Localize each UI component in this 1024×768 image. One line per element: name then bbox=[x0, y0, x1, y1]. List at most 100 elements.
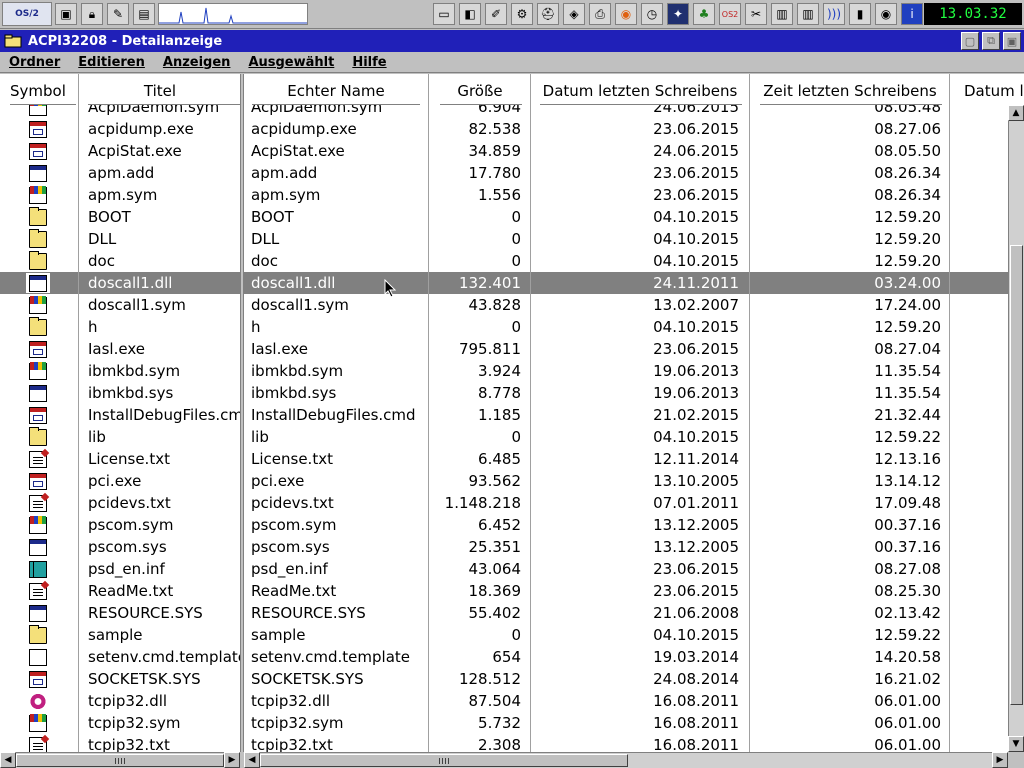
symbol-file-icon[interactable] bbox=[29, 186, 47, 204]
left-scroll-thumb[interactable] bbox=[16, 754, 224, 767]
file-row[interactable]: BOOT BOOT 0 04.10.2015 12.59.20 bbox=[0, 206, 1008, 228]
folder-icon-2[interactable]: ▥ bbox=[797, 3, 819, 25]
file-row[interactable]: pscom.sys pscom.sys 25.351 13.12.2005 00.37.… bbox=[0, 536, 1008, 558]
shield-icon[interactable]: ◈ bbox=[563, 3, 585, 25]
keyboard-icon[interactable]: ▭ bbox=[433, 3, 455, 25]
right-scroll-thumb[interactable] bbox=[260, 754, 628, 767]
executable-icon[interactable] bbox=[29, 407, 47, 424]
file-row[interactable]: lib lib 0 04.10.2015 12.59.22 bbox=[0, 426, 1008, 448]
book-icon[interactable] bbox=[29, 561, 47, 578]
menu-editieren[interactable]: Editieren bbox=[69, 55, 154, 70]
disk-icon[interactable]: ◧ bbox=[459, 3, 481, 25]
executable-icon[interactable] bbox=[29, 121, 47, 138]
vertical-scrollbar[interactable] bbox=[1008, 105, 1024, 752]
folder-icon[interactable] bbox=[29, 427, 47, 446]
folder-icon[interactable] bbox=[29, 229, 47, 248]
header-size[interactable]: Größe bbox=[430, 74, 530, 104]
program-window-icon[interactable] bbox=[29, 275, 47, 292]
monitor-icon[interactable]: ▤ bbox=[133, 3, 155, 25]
file-row[interactable]: doscall1.dll doscall1.dll 132.401 24.11.201… bbox=[0, 272, 1008, 294]
symbol-file-icon[interactable] bbox=[29, 516, 47, 534]
file-row[interactable]: doscall1.sym doscall1.sym 43.828 13.02.2007… bbox=[0, 294, 1008, 316]
warp-icon[interactable]: OS2 bbox=[719, 3, 741, 25]
file-row[interactable]: acpidump.exe acpidump.exe 82.538 23.06.2015… bbox=[0, 118, 1008, 140]
menu-ordner[interactable]: Ordner bbox=[0, 55, 69, 70]
clock-icon[interactable]: ◷ bbox=[641, 3, 663, 25]
folder-icon[interactable] bbox=[29, 207, 47, 226]
symbol-file-icon[interactable] bbox=[29, 296, 47, 314]
file-row[interactable]: RESOURCE.SYS RESOURCE.SYS 55.402 21.06.2008… bbox=[0, 602, 1008, 624]
file-row[interactable]: Iasl.exe Iasl.exe 795.811 23.06.2015 08.27.0… bbox=[0, 338, 1008, 360]
image-icon[interactable]: ✦ bbox=[667, 3, 689, 25]
dll-icon[interactable] bbox=[29, 693, 47, 710]
os2-logo[interactable]: OS/2 bbox=[2, 2, 52, 26]
file-row[interactable]: ibmkbd.sys ibmkbd.sys 8.778 19.06.2013 11.35… bbox=[0, 382, 1008, 404]
wrench-icon[interactable]: ✎ bbox=[107, 3, 129, 25]
right-horizontal-scrollbar[interactable] bbox=[244, 752, 1008, 768]
program-window-icon[interactable] bbox=[29, 539, 47, 556]
sound-icon[interactable]: ))) bbox=[823, 3, 845, 25]
header-write-date[interactable]: Datum letzten Schreibens bbox=[532, 74, 748, 104]
eye-icon[interactable]: ◉ bbox=[875, 3, 897, 25]
header-symbol[interactable]: Symbol bbox=[10, 74, 76, 104]
symbol-file-icon[interactable] bbox=[29, 362, 47, 380]
file-row[interactable]: tcpip32.txt tcpip32.txt 2.308 16.08.2011 06.… bbox=[0, 734, 1008, 752]
help-icon[interactable]: ⛑ bbox=[537, 3, 559, 25]
file-row[interactable]: AcpiStat.exe AcpiStat.exe 34.859 24.06.2015… bbox=[0, 140, 1008, 162]
right-scroll-left-button[interactable]: ◀ bbox=[244, 752, 260, 768]
settings-icon[interactable]: ⚙ bbox=[511, 3, 533, 25]
header-date-partial[interactable]: Datum le bbox=[964, 74, 1024, 104]
left-scroll-left-button[interactable]: ◀ bbox=[0, 752, 16, 768]
firefox-icon[interactable]: ◉ bbox=[615, 3, 637, 25]
battery-icon[interactable]: ▮ bbox=[849, 3, 871, 25]
file-row[interactable]: h h 0 04.10.2015 12.59.20 bbox=[0, 316, 1008, 338]
file-row[interactable]: apm.sym apm.sym 1.556 23.06.2015 08.26.34 bbox=[0, 184, 1008, 206]
folder-icon[interactable] bbox=[29, 625, 47, 644]
menu-anzeigen[interactable]: Anzeigen bbox=[154, 55, 240, 70]
file-row[interactable]: pci.exe pci.exe 93.562 13.10.2005 13.14.12 bbox=[0, 470, 1008, 492]
file-row[interactable]: SOCKETSK.SYS SOCKETSK.SYS 128.512 24.08.201… bbox=[0, 668, 1008, 690]
file-row[interactable]: tcpip32.dll tcpip32.dll 87.504 16.08.2011 06… bbox=[0, 690, 1008, 712]
split-bar[interactable] bbox=[240, 74, 244, 752]
info-icon[interactable]: i bbox=[901, 3, 923, 25]
program-window-icon[interactable] bbox=[29, 385, 47, 402]
file-row[interactable]: ibmkbd.sym ibmkbd.sym 3.924 19.06.2013 11.35… bbox=[0, 360, 1008, 382]
text-file-icon[interactable] bbox=[29, 495, 47, 512]
file-row[interactable]: InstallDebugFiles.cmd InstallDebugFiles.c… bbox=[0, 404, 1008, 426]
restore-button[interactable]: ⧉ bbox=[982, 32, 1000, 50]
scroll-down-button[interactable]: ▼ bbox=[1008, 736, 1024, 752]
file-row[interactable]: ReadMe.txt ReadMe.txt 18.369 23.06.2015 08.2… bbox=[0, 580, 1008, 602]
document-icon[interactable] bbox=[29, 649, 47, 666]
folder-icon[interactable] bbox=[29, 251, 47, 270]
printer-icon[interactable]: ⎙ bbox=[589, 3, 611, 25]
header-title[interactable]: Titel bbox=[80, 74, 240, 104]
folder-icon[interactable] bbox=[4, 34, 22, 48]
program-window-icon[interactable] bbox=[29, 605, 47, 622]
file-row[interactable]: setenv.cmd.template setenv.cmd.template 65… bbox=[0, 646, 1008, 668]
file-row[interactable]: pscom.sym pscom.sym 6.452 13.12.2005 00.37.1… bbox=[0, 514, 1008, 536]
hide-button[interactable]: ▢ bbox=[961, 32, 979, 50]
file-row[interactable]: doc doc 0 04.10.2015 12.59.20 bbox=[0, 250, 1008, 272]
folder-icon[interactable]: ▥ bbox=[771, 3, 793, 25]
lock-icon[interactable]: 🔒︎ bbox=[81, 3, 103, 25]
folder-icon[interactable] bbox=[29, 317, 47, 336]
program-window-icon[interactable] bbox=[29, 165, 47, 182]
file-row[interactable]: sample sample 0 04.10.2015 12.59.22 bbox=[0, 624, 1008, 646]
symbol-file-icon[interactable] bbox=[29, 714, 47, 732]
executable-icon[interactable] bbox=[29, 143, 47, 160]
vertical-scroll-thumb[interactable] bbox=[1010, 245, 1023, 705]
text-file-icon[interactable] bbox=[29, 583, 47, 600]
executable-icon[interactable] bbox=[29, 473, 47, 490]
tools-icon[interactable]: ✂ bbox=[745, 3, 767, 25]
menu-ausgewaehlt[interactable]: Ausgewählt bbox=[239, 55, 343, 70]
text-file-icon[interactable] bbox=[29, 451, 47, 468]
executable-icon[interactable] bbox=[29, 341, 47, 358]
executable-icon[interactable] bbox=[29, 671, 47, 688]
header-write-time[interactable]: Zeit letzten Schreibens bbox=[752, 74, 948, 104]
text-file-icon[interactable] bbox=[29, 737, 47, 752]
file-row[interactable]: apm.add apm.add 17.780 23.06.2015 08.26.34 bbox=[0, 162, 1008, 184]
windows-icon[interactable]: ▣ bbox=[55, 3, 77, 25]
file-row[interactable]: DLL DLL 0 04.10.2015 12.59.20 bbox=[0, 228, 1008, 250]
left-scroll-right-button[interactable]: ▶ bbox=[224, 752, 240, 768]
maximize-button[interactable]: ▣ bbox=[1003, 32, 1021, 50]
